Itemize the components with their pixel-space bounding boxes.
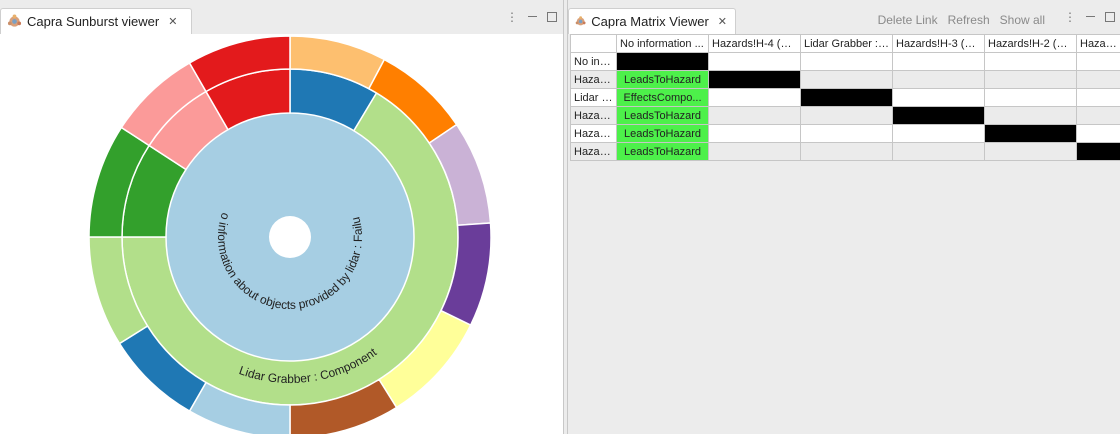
maximize-icon[interactable] <box>1105 12 1115 22</box>
matrix-row: No info... <box>570 52 1120 71</box>
minimize-icon[interactable] <box>1086 15 1095 17</box>
sunburst-center <box>269 216 311 258</box>
sunburst-tabbar: Capra Sunburst viewer ✕ ⋮ <box>0 0 563 34</box>
matrix-cell[interactable] <box>892 88 985 107</box>
matrix-row: Lidar G... EffectsCompo... <box>570 88 1120 107</box>
sunburst-chart[interactable]: No information about objects provided by… <box>0 34 563 434</box>
matrix-cell[interactable] <box>892 52 985 71</box>
tab-sunburst-viewer[interactable]: Capra Sunburst viewer ✕ <box>0 8 192 34</box>
view-menu-icon[interactable]: ⋮ <box>1064 10 1076 24</box>
matrix-cell[interactable] <box>800 124 893 143</box>
view-menu-icon[interactable]: ⋮ <box>506 10 518 24</box>
matrix-column-header[interactable]: Lidar Grabber : ... <box>800 34 893 53</box>
matrix-row-header[interactable]: Hazard... <box>570 142 617 161</box>
matrix-column-header[interactable]: No information ... <box>616 34 709 53</box>
close-icon[interactable]: ✕ <box>168 15 177 28</box>
matrix-row: Hazard... LeadsToHazard <box>570 70 1120 89</box>
matrix-cell[interactable] <box>708 124 801 143</box>
capra-plugin-icon <box>7 14 22 27</box>
matrix-cell[interactable] <box>708 52 801 71</box>
matrix-link-cell[interactable]: LeadsToHazard <box>616 106 709 125</box>
matrix-link-cell[interactable]: LeadsToHazard <box>616 142 709 161</box>
matrix-cell[interactable] <box>984 52 1077 71</box>
matrix-cell[interactable] <box>892 142 985 161</box>
matrix-cell[interactable] <box>984 106 1077 125</box>
matrix-link-cell[interactable]: LeadsToHazard <box>616 124 709 143</box>
tab-matrix-viewer[interactable]: Capra Matrix Viewer ✕ <box>568 8 736 34</box>
matrix-row-header[interactable]: Hazard... <box>570 124 617 143</box>
matrix-cell[interactable] <box>1076 70 1120 89</box>
matrix-cell[interactable] <box>984 142 1077 161</box>
matrix-column-header[interactable]: Hazards!H-4 (m... <box>708 34 801 53</box>
matrix-header-row: No information ... Hazards!H-4 (m... Lidar… <box>570 34 1120 53</box>
matrix-cell[interactable] <box>892 70 985 89</box>
matrix-link-cell[interactable]: LeadsToHazard <box>616 70 709 89</box>
matrix-cell[interactable] <box>892 106 985 125</box>
matrix-corner-cell <box>570 34 617 53</box>
matrix-cell[interactable] <box>1076 142 1120 161</box>
maximize-icon[interactable] <box>547 12 557 22</box>
matrix-link-cell[interactable]: EffectsCompo... <box>616 88 709 107</box>
capra-plugin-icon <box>575 16 586 26</box>
matrix-cell[interactable] <box>708 70 801 89</box>
tab-title: Capra Matrix Viewer <box>591 14 709 29</box>
matrix-row: Hazard... LeadsToHazard <box>570 124 1120 143</box>
matrix-column-header[interactable]: Hazards!H-3 (m... <box>892 34 985 53</box>
show-all-button[interactable]: Show all <box>1000 13 1045 27</box>
matrix-view: Capra Matrix Viewer ✕ Delete Link Refres… <box>567 0 1120 434</box>
matrix-cell[interactable] <box>708 88 801 107</box>
window-controls: ⋮ <box>1064 10 1115 24</box>
window-controls: ⋮ <box>506 10 557 24</box>
matrix-cell[interactable] <box>800 106 893 125</box>
matrix-cell[interactable] <box>800 70 893 89</box>
matrix-row: Hazard... LeadsToHazard <box>570 142 1120 161</box>
matrix-cell[interactable] <box>616 52 709 71</box>
matrix-cell[interactable] <box>1076 124 1120 143</box>
matrix-row-header[interactable]: No info... <box>570 52 617 71</box>
matrix-cell[interactable] <box>1076 88 1120 107</box>
matrix-toolbar: Delete Link Refresh Show all <box>878 13 1045 27</box>
sunburst-view: Capra Sunburst viewer ✕ ⋮ No information… <box>0 0 564 434</box>
matrix-cell[interactable] <box>800 88 893 107</box>
matrix-cell[interactable] <box>800 142 893 161</box>
matrix-area: No information ... Hazards!H-4 (m... Lidar… <box>568 34 1120 434</box>
matrix-column-header[interactable]: Hazards! <box>1076 34 1120 53</box>
matrix-cell[interactable] <box>708 142 801 161</box>
matrix-row-header[interactable]: Lidar G... <box>570 88 617 107</box>
matrix-tabbar: Capra Matrix Viewer ✕ Delete Link Refres… <box>568 0 1120 34</box>
matrix-column-header[interactable]: Hazards!H-2 (m... <box>984 34 1077 53</box>
delete-link-button[interactable]: Delete Link <box>878 13 938 27</box>
matrix-cell[interactable] <box>984 124 1077 143</box>
matrix-row-header[interactable]: Hazard... <box>570 70 617 89</box>
matrix-cell[interactable] <box>800 52 893 71</box>
refresh-button[interactable]: Refresh <box>948 13 990 27</box>
traceability-matrix: No information ... Hazards!H-4 (m... Lidar… <box>570 34 1120 161</box>
matrix-cell[interactable] <box>892 124 985 143</box>
matrix-row-header[interactable]: Hazard... <box>570 106 617 125</box>
matrix-cell[interactable] <box>984 70 1077 89</box>
minimize-icon[interactable] <box>528 15 537 17</box>
matrix-cell[interactable] <box>708 106 801 125</box>
matrix-cell[interactable] <box>1076 52 1120 71</box>
tab-title: Capra Sunburst viewer <box>27 14 160 29</box>
close-icon[interactable]: ✕ <box>718 15 727 28</box>
matrix-cell[interactable] <box>1076 106 1120 125</box>
matrix-row: Hazard... LeadsToHazard <box>570 106 1120 125</box>
matrix-cell[interactable] <box>984 88 1077 107</box>
